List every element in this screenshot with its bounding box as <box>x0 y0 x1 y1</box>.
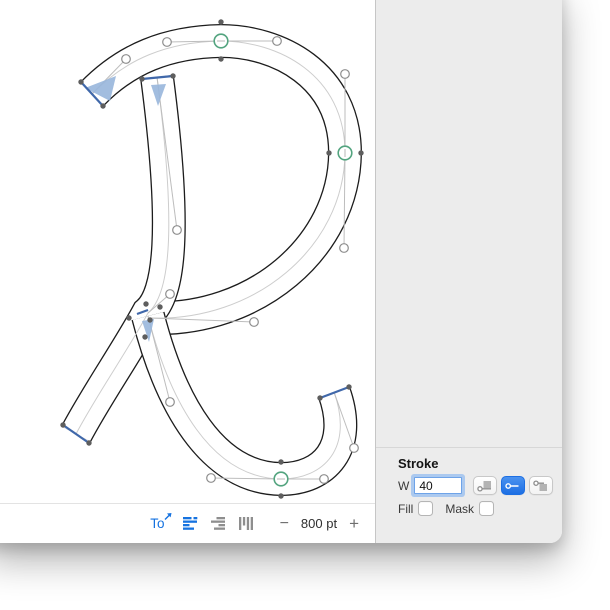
align-left-icon <box>182 517 197 530</box>
outline-node-dot[interactable] <box>147 317 153 323</box>
writing-direction-ltr-button[interactable] <box>182 517 199 530</box>
writing-direction-rtl-button[interactable] <box>210 517 227 530</box>
offcurve-handle[interactable] <box>121 54 131 64</box>
fill-label: Fill <box>398 501 414 516</box>
vertical-text-icon <box>238 517 253 530</box>
mask-label: Mask <box>445 501 474 516</box>
offcurve-handle[interactable] <box>162 37 172 47</box>
glyph-editor-canvas[interactable] <box>0 0 375 503</box>
preview-text-button[interactable]: To <box>150 513 172 531</box>
stroke-align-left-icon <box>477 480 492 492</box>
offcurve-handle[interactable] <box>272 36 282 46</box>
writing-direction-vertical-button[interactable] <box>238 517 254 530</box>
outline-node-dot[interactable] <box>346 384 352 390</box>
outline-node-dot[interactable] <box>326 150 332 156</box>
outline-node-dot[interactable] <box>157 304 163 310</box>
stroke-alignment-segmented-control <box>473 476 554 495</box>
arrow-up-right-icon <box>164 513 172 520</box>
offcurve-handle[interactable] <box>172 225 182 235</box>
outline-node-dot[interactable] <box>278 459 284 465</box>
outline-node-dot[interactable] <box>139 76 145 82</box>
outline-node-dot[interactable] <box>142 334 148 340</box>
outline-node-dot[interactable] <box>143 301 149 307</box>
stroke-align-right-button[interactable] <box>529 476 554 495</box>
offcurve-handle[interactable] <box>319 474 329 484</box>
info-sidebar: Stroke W 40 Fill Mask <box>375 0 562 543</box>
outline-node-dot[interactable] <box>78 79 84 85</box>
outline-node-dot[interactable] <box>126 315 132 321</box>
outline-node-dot[interactable] <box>100 103 106 109</box>
window-content: To − 800 pt + Stroke W 40 Fill Mask <box>0 0 562 543</box>
app-window: To − 800 pt + Stroke W 40 Fill Mask <box>0 0 562 543</box>
outline-node-dot[interactable] <box>86 440 92 446</box>
offcurve-handle[interactable] <box>249 317 259 327</box>
outline-node-dot[interactable] <box>317 395 323 401</box>
edit-view: To − 800 pt + <box>0 0 375 543</box>
preview-text-label: To <box>150 516 165 531</box>
offcurve-handle[interactable] <box>349 443 359 453</box>
stroke-align-right-icon <box>533 479 548 491</box>
zoom-level-field[interactable]: 800 pt <box>301 516 337 531</box>
stroke-align-left-button[interactable] <box>473 476 498 495</box>
outline-node-dot[interactable] <box>218 19 224 25</box>
offcurve-handle[interactable] <box>165 289 175 299</box>
stroke-align-center-button[interactable] <box>501 476 526 495</box>
glyph-outline-drawing[interactable] <box>0 0 375 503</box>
offcurve-handle[interactable] <box>339 243 349 253</box>
outline-node-dot[interactable] <box>278 493 284 499</box>
mask-checkbox[interactable] <box>479 501 494 516</box>
outline-node-dot[interactable] <box>218 56 224 62</box>
offcurve-handle[interactable] <box>206 473 216 483</box>
stroke-width-input[interactable] <box>414 477 463 494</box>
zoom-out-button[interactable]: − <box>280 515 289 531</box>
offcurve-handle[interactable] <box>165 397 175 407</box>
stroke-width-label: W <box>398 478 410 493</box>
stroke-section-title: Stroke <box>398 456 439 471</box>
editor-bottom-toolbar: To − 800 pt + <box>0 503 375 543</box>
outline-node-dot[interactable] <box>170 73 176 79</box>
zoom-in-button[interactable]: + <box>349 515 359 532</box>
outline-node-dot[interactable] <box>358 150 364 156</box>
fill-checkbox[interactable] <box>418 501 434 516</box>
offcurve-handle[interactable] <box>340 69 350 79</box>
align-right-icon <box>210 517 225 530</box>
outline-node-dot[interactable] <box>60 422 66 428</box>
stroke-align-center-icon <box>505 482 519 489</box>
stroke-section: Stroke W 40 Fill Mask <box>376 447 562 516</box>
